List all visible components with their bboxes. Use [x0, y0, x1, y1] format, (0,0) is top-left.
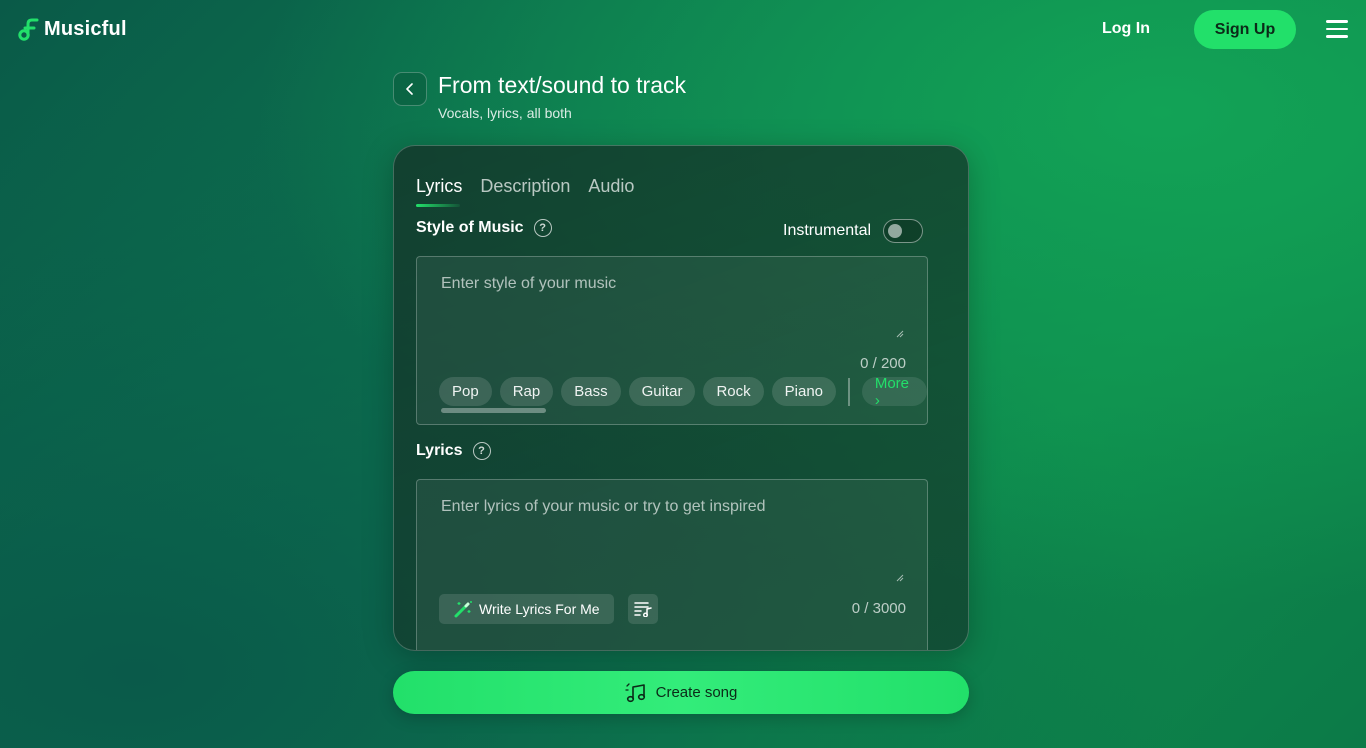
chip-piano[interactable]: Piano [771, 377, 837, 406]
lyrics-label: Lyrics ? [416, 442, 491, 460]
lyrics-input[interactable] [439, 496, 909, 572]
resize-handle-icon[interactable] [896, 574, 904, 582]
login-link[interactable]: Log In [1102, 20, 1150, 38]
page-subtitle: Vocals, lyrics, all both [438, 105, 572, 121]
chips-scrollbar[interactable] [441, 408, 546, 413]
lyrics-label-text: Lyrics [416, 442, 463, 459]
write-lyrics-button[interactable]: Write Lyrics For Me [439, 594, 614, 624]
logo-icon [18, 18, 39, 41]
tab-lyrics[interactable]: Lyrics [416, 176, 462, 207]
create-song-label: Create song [655, 684, 738, 701]
style-of-music-text: Style of Music [416, 219, 524, 236]
create-card: Lyrics Description Audio Style of Music … [393, 145, 969, 651]
chip-pop[interactable]: Pop [439, 377, 492, 406]
chip-bass[interactable]: Bass [561, 377, 621, 406]
style-counter: 0 / 200 [860, 355, 906, 372]
instrumental-label: Instrumental [783, 222, 872, 239]
create-song-button[interactable]: Create song [393, 671, 969, 714]
lyrics-structure-button[interactable] [628, 594, 658, 624]
lyrics-field: Write Lyrics For Me 0 / 3000 [416, 479, 928, 650]
tab-audio[interactable]: Audio [588, 176, 634, 207]
page-title: From text/sound to track [438, 72, 686, 98]
chip-divider [848, 377, 850, 406]
tab-description[interactable]: Description [480, 176, 570, 207]
style-of-music-label: Style of Music ? [416, 219, 552, 237]
lyrics-counter: 0 / 3000 [851, 600, 906, 617]
logo[interactable]: Musicful [18, 17, 127, 41]
question-icon[interactable]: ? [533, 219, 552, 237]
signup-button[interactable]: Sign Up [1194, 10, 1296, 49]
chip-rap[interactable]: Rap [499, 377, 554, 406]
music-list-icon [634, 602, 652, 617]
style-field: 0 / 200 Pop Rap Bass Guitar Rock Piano M… [416, 256, 928, 425]
back-button[interactable] [393, 72, 427, 106]
instrumental-control: Instrumental [783, 219, 924, 243]
chip-rock[interactable]: Rock [703, 377, 764, 406]
hamburger-menu-icon[interactable] [1326, 20, 1348, 38]
music-notes-icon [624, 682, 645, 702]
magic-wand-icon [454, 601, 472, 618]
logo-text: Musicful [44, 17, 127, 40]
question-icon[interactable]: ? [472, 442, 491, 460]
chip-guitar[interactable]: Guitar [628, 377, 696, 406]
instrumental-toggle[interactable] [883, 219, 924, 243]
resize-handle-icon[interactable] [896, 330, 904, 338]
style-input[interactable] [439, 273, 909, 331]
header: Musicful Log In Sign Up [0, 0, 1366, 60]
chevron-left-icon [406, 83, 413, 95]
write-lyrics-label: Write Lyrics For Me [479, 601, 600, 617]
mode-tabs: Lyrics Description Audio [416, 176, 634, 207]
more-chips-button[interactable]: More › [861, 375, 927, 409]
style-chips: Pop Rap Bass Guitar Rock Piano More › [439, 375, 927, 409]
